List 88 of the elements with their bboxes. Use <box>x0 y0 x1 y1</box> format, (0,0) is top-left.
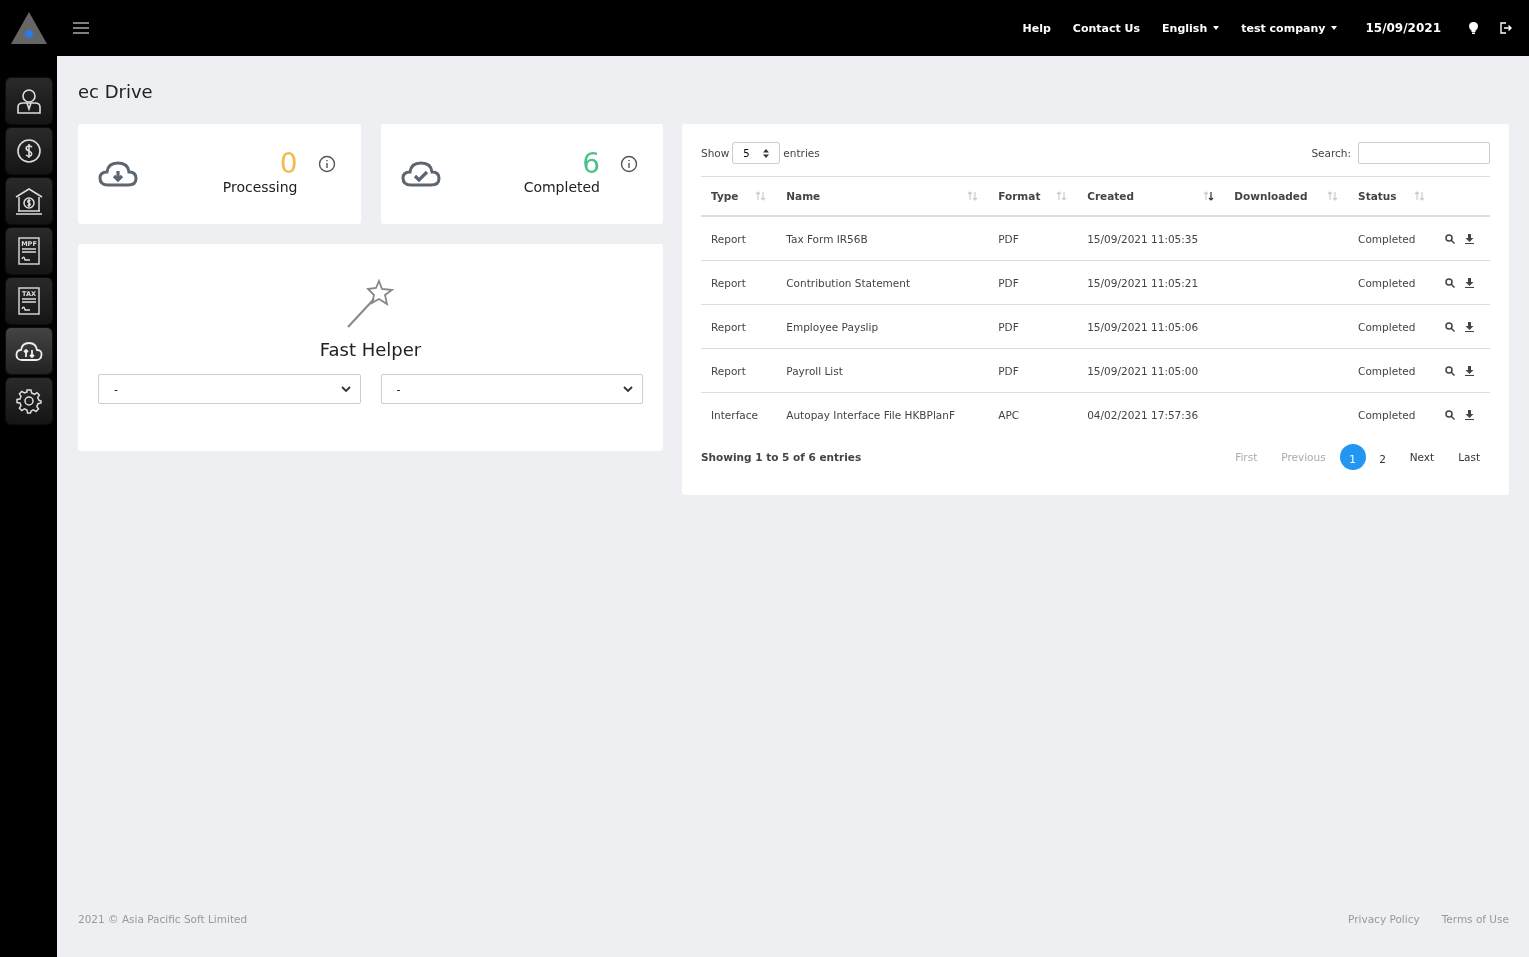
search-icon[interactable] <box>1444 409 1455 420</box>
table-cell: PDF <box>988 304 1078 349</box>
select-dropdown[interactable]: - <box>380 374 643 404</box>
stat-label: Processing <box>222 179 298 195</box>
table-cell: Completed <box>1348 304 1435 349</box>
sort-arrows-icon <box>763 148 770 158</box>
logo-icon <box>8 10 49 46</box>
download-icon[interactable] <box>1464 409 1474 420</box>
dollar-icon <box>15 138 42 164</box>
download-icon[interactable] <box>1464 233 1474 244</box>
search-icon[interactable] <box>1444 277 1455 288</box>
table-cell: Payroll List <box>776 348 989 393</box>
search-label: Search: <box>1311 147 1351 159</box>
info-icon[interactable] <box>317 155 336 173</box>
cloud-download-icon <box>98 160 138 188</box>
search-icon[interactable] <box>1444 321 1455 332</box>
column-header[interactable]: Downloaded <box>1224 177 1349 216</box>
stat-label: Completed <box>523 179 600 195</box>
column-header[interactable]: Name <box>776 177 989 216</box>
table-cell: 15/09/2021 11:05:21 <box>1077 260 1225 305</box>
pagination-button[interactable]: 2 <box>1369 444 1396 470</box>
date-text: 15/09/2021 <box>1365 21 1441 35</box>
table-cell: Completed <box>1348 216 1435 261</box>
search-icon[interactable] <box>1444 365 1455 376</box>
cloud-check-icon <box>400 160 441 188</box>
table-cell: Report <box>701 304 777 349</box>
table-cell: Report <box>701 348 777 393</box>
lightbulb-icon[interactable] <box>1469 22 1478 34</box>
download-icon[interactable] <box>1464 365 1474 376</box>
sidebar-item[interactable] <box>5 78 52 124</box>
sidebar-item[interactable] <box>5 378 52 424</box>
table-cell: Employee Payslip <box>776 304 989 349</box>
page-size-select[interactable]: 5 <box>732 142 781 164</box>
chevron-down-icon <box>623 385 633 393</box>
caret-icon <box>1213 26 1220 30</box>
column-header[interactable]: Created <box>1077 177 1225 216</box>
table-cell: PDF <box>988 260 1078 305</box>
table-cell: 15/09/2021 11:05:35 <box>1077 216 1225 261</box>
column-header[interactable]: Status <box>1348 177 1435 216</box>
table-cell: Completed <box>1348 392 1435 436</box>
table-cell: Report <box>701 260 777 305</box>
sidebar-item[interactable] <box>5 128 52 174</box>
table-cell: Completed <box>1348 348 1435 393</box>
table-cell: Autopay Interface File HKBPlanF <box>776 392 989 436</box>
table-cell: 15/09/2021 11:05:00 <box>1077 348 1225 393</box>
pagination-button[interactable]: Next <box>1399 445 1445 469</box>
top-link[interactable]: Help <box>1022 21 1051 35</box>
table-cell: Interface <box>701 392 777 436</box>
table-cell: APC <box>988 392 1078 436</box>
table-cell: 15/09/2021 11:05:06 <box>1077 304 1225 349</box>
settings-icon <box>15 388 42 414</box>
menu-icon[interactable] <box>73 22 89 34</box>
table-cell: PDF <box>988 216 1078 261</box>
download-icon[interactable] <box>1464 321 1474 332</box>
select-dropdown[interactable]: - <box>98 374 361 404</box>
download-icon[interactable] <box>1464 277 1474 288</box>
sidebar-item[interactable] <box>5 178 52 224</box>
table-cell: PDF <box>988 348 1078 393</box>
logout-icon[interactable] <box>1500 22 1512 34</box>
copyright-text: 2021 © Asia Pacific Soft Limited <box>78 913 248 925</box>
page-title: ec Drive <box>78 81 154 102</box>
sidebar-item[interactable] <box>5 328 52 374</box>
stat-value: 6 <box>582 149 600 179</box>
cloud-transfer-icon <box>14 340 43 362</box>
table-cell: Contribution Statement <box>776 260 989 305</box>
table-cell: 04/02/2021 17:57:36 <box>1077 392 1225 436</box>
table-cell: Report <box>701 216 777 261</box>
person-icon <box>15 87 42 115</box>
table-cell: Tax Form IR56B <box>776 216 989 261</box>
column-header[interactable]: Type <box>701 177 777 216</box>
pagination-button[interactable]: Last <box>1448 445 1490 469</box>
fast-helper-title: Fast Helper <box>319 339 422 360</box>
column-header[interactable]: Format <box>988 177 1078 216</box>
chevron-down-icon <box>340 385 351 393</box>
entries-label: entries <box>783 147 820 159</box>
magic-wand-icon <box>345 279 396 329</box>
bank-icon <box>13 186 44 216</box>
top-link[interactable]: Contact Us <box>1072 21 1141 35</box>
table-cell: Completed <box>1348 260 1435 305</box>
entries-info: Showing 1 to 5 of 6 entries <box>701 451 862 463</box>
info-icon[interactable] <box>620 155 638 173</box>
search-field[interactable] <box>1358 142 1490 164</box>
show-label: Show <box>701 147 730 159</box>
stat-value: 0 <box>279 149 298 179</box>
dropdown-menu[interactable]: test company <box>1241 21 1338 35</box>
search-icon[interactable] <box>1444 233 1455 244</box>
dropdown-menu[interactable]: English <box>1162 21 1220 35</box>
caret-icon <box>1331 26 1338 30</box>
